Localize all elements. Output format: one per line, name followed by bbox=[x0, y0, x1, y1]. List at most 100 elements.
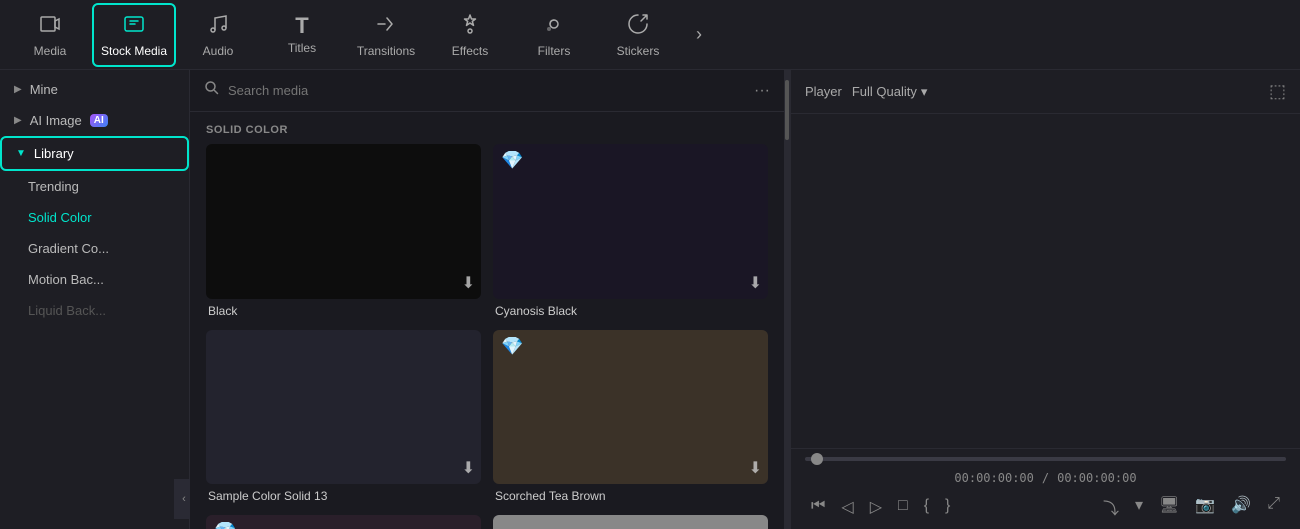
media-thumb-cyanosis-black: 💎 ⬇ bbox=[493, 144, 768, 299]
media-thumb-scorched-tea: 💎 ⬇ bbox=[493, 330, 768, 485]
download-icon-sample-13[interactable]: ⬇ bbox=[462, 458, 475, 478]
sidebar-item-solid-color[interactable]: Solid Color bbox=[0, 202, 189, 233]
timecode-total: 00:00:00:00 bbox=[1057, 471, 1136, 485]
nav-item-stock-media[interactable]: Stock Media bbox=[92, 3, 176, 67]
sidebar-item-motion-bac[interactable]: Motion Bac... bbox=[0, 264, 189, 295]
search-bar: ··· bbox=[190, 70, 784, 112]
solid-color-label: Solid Color bbox=[28, 210, 92, 225]
insert-button[interactable]: ⤵ bbox=[1097, 493, 1125, 521]
collapse-icon: ‹ bbox=[182, 493, 186, 505]
media-thumb-6: ⬇ bbox=[493, 515, 768, 529]
player-header: Player Full Quality ▾ ⬚ bbox=[791, 70, 1300, 114]
nav-item-stickers[interactable]: Stickers bbox=[596, 3, 680, 67]
sidebar: ▶ Mine ▶ AI Image AI ▼ Library Trending … bbox=[0, 70, 190, 529]
media-card-sample-13[interactable]: ⬇ Sample Color Solid 13 bbox=[206, 330, 481, 504]
nav-item-media[interactable]: Media bbox=[8, 3, 92, 67]
media-label-cyanosis: Cyanosis Black bbox=[493, 304, 768, 318]
gradient-label: Gradient Co... bbox=[28, 241, 109, 256]
scrollbar-thumb[interactable] bbox=[785, 80, 789, 140]
nav-item-audio[interactable]: Audio bbox=[176, 3, 260, 67]
nav-more-button[interactable]: › bbox=[684, 24, 714, 45]
nav-item-effects[interactable]: Effects bbox=[428, 3, 512, 67]
player-controls: 00:00:00:00 / 00:00:00:00 ⏮ ◁ ▷ □ { } ⤵ … bbox=[791, 448, 1300, 529]
ctrl-group-left: ⏮ ◁ ▷ □ { } bbox=[805, 495, 956, 519]
section-label: SOLID COLOR bbox=[190, 112, 784, 144]
sidebar-item-trending[interactable]: Trending bbox=[0, 171, 189, 202]
nav-audio-label: Audio bbox=[203, 44, 234, 58]
timecode-row: 00:00:00:00 / 00:00:00:00 bbox=[805, 471, 1286, 485]
ai-image-chevron-icon: ▶ bbox=[14, 115, 22, 126]
stop-button[interactable]: □ bbox=[892, 495, 914, 519]
sidebar-item-mine[interactable]: ▶ Mine bbox=[0, 74, 189, 105]
titles-icon: T bbox=[295, 15, 308, 37]
control-row: ⏮ ◁ ▷ □ { } ⤵ ▾ 🖥 📷 🔊 ⤢ bbox=[805, 493, 1286, 521]
media-card-black[interactable]: ⬇ Black bbox=[206, 144, 481, 318]
player-canvas-wrap bbox=[791, 114, 1300, 448]
motion-bac-label: Motion Bac... bbox=[28, 272, 104, 287]
trending-label: Trending bbox=[28, 179, 79, 194]
heart-icon-cyanosis: 💎 bbox=[501, 150, 523, 171]
media-card-scorched-tea[interactable]: 💎 ⬇ Scorched Tea Brown bbox=[493, 330, 768, 504]
mine-chevron-icon: ▶ bbox=[14, 84, 22, 95]
timecode-separator: / bbox=[1042, 471, 1049, 485]
more-ctrl-button[interactable]: ▾ bbox=[1129, 493, 1149, 521]
quality-select[interactable]: Full Quality ▾ bbox=[852, 84, 928, 100]
filters-icon bbox=[542, 12, 566, 40]
media-thumb-sample-13: ⬇ bbox=[206, 330, 481, 485]
nav-filters-label: Filters bbox=[538, 44, 571, 58]
media-thumb-5: 💎 ⬇ bbox=[206, 515, 481, 529]
progress-knob[interactable] bbox=[811, 453, 823, 465]
fullscreen-button[interactable]: ⤢ bbox=[1261, 493, 1286, 521]
volume-button[interactable]: 🔊 bbox=[1225, 493, 1257, 521]
effects-icon bbox=[458, 12, 482, 40]
sidebar-mine-label: Mine bbox=[30, 82, 58, 97]
nav-transitions-label: Transitions bbox=[357, 44, 415, 58]
mark-in-button[interactable]: { bbox=[918, 495, 935, 519]
sidebar-item-ai-image[interactable]: ▶ AI Image AI bbox=[0, 105, 189, 136]
snapshot-button[interactable]: 📷 bbox=[1189, 493, 1221, 521]
nav-item-transitions[interactable]: Transitions bbox=[344, 3, 428, 67]
search-more-button[interactable]: ··· bbox=[754, 82, 770, 100]
mark-out-button[interactable]: } bbox=[939, 495, 956, 519]
transitions-icon bbox=[374, 12, 398, 40]
media-card-cyanosis-black[interactable]: 💎 ⬇ Cyanosis Black bbox=[493, 144, 768, 318]
ctrl-group-right: ⤵ ▾ 🖥 📷 🔊 ⤢ bbox=[1097, 493, 1286, 521]
quality-chevron-icon: ▾ bbox=[921, 84, 928, 100]
media-label-scorched: Scorched Tea Brown bbox=[493, 489, 768, 503]
library-chevron-icon: ▼ bbox=[16, 148, 26, 159]
nav-item-titles[interactable]: T Titles bbox=[260, 3, 344, 67]
media-card-5[interactable]: 💎 ⬇ bbox=[206, 515, 481, 529]
liquid-back-label: Liquid Back... bbox=[28, 303, 106, 318]
step-back-button[interactable]: ⏮ bbox=[805, 495, 831, 519]
sidebar-item-liquid-back[interactable]: Liquid Back... bbox=[0, 295, 189, 326]
nav-item-filters[interactable]: Filters bbox=[512, 3, 596, 67]
nav-media-label: Media bbox=[34, 44, 67, 58]
sidebar-item-gradient[interactable]: Gradient Co... bbox=[0, 233, 189, 264]
nav-effects-label: Effects bbox=[452, 44, 488, 58]
ai-badge: AI bbox=[90, 114, 108, 127]
media-label-sample-13: Sample Color Solid 13 bbox=[206, 489, 481, 503]
play-button[interactable]: ▷ bbox=[864, 495, 888, 519]
frame-back-button[interactable]: ◁ bbox=[835, 495, 859, 519]
heart-icon-scorched: 💎 bbox=[501, 336, 523, 357]
download-icon-black[interactable]: ⬇ bbox=[462, 273, 475, 293]
player-panel: Player Full Quality ▾ ⬚ 00:00:00:00 / 00… bbox=[790, 70, 1300, 529]
search-icon bbox=[204, 80, 220, 101]
download-icon-cyanosis[interactable]: ⬇ bbox=[749, 273, 762, 293]
main-area: ▶ Mine ▶ AI Image AI ▼ Library Trending … bbox=[0, 70, 1300, 529]
top-nav: Media Stock Media Audio T Titles Transit… bbox=[0, 0, 1300, 70]
sidebar-ai-image-label: AI Image bbox=[30, 113, 82, 128]
monitor-button[interactable]: 🖥 bbox=[1153, 493, 1185, 521]
sidebar-item-library[interactable]: ▼ Library bbox=[0, 136, 189, 171]
content-area: ··· SOLID COLOR ⬇ Black 💎 ⬇ Cyanosis Bla… bbox=[190, 70, 784, 529]
media-grid: ⬇ Black 💎 ⬇ Cyanosis Black ⬇ Sample Colo… bbox=[190, 144, 784, 529]
media-label-black: Black bbox=[206, 304, 481, 318]
timecode-current: 00:00:00:00 bbox=[954, 471, 1033, 485]
progress-bar[interactable] bbox=[805, 457, 1286, 461]
media-card-6[interactable]: ⬇ bbox=[493, 515, 768, 529]
sidebar-library-label: Library bbox=[34, 146, 74, 161]
player-expand-icon[interactable]: ⬚ bbox=[1269, 81, 1286, 102]
search-input[interactable] bbox=[228, 83, 746, 98]
quality-label: Full Quality bbox=[852, 84, 917, 99]
download-icon-scorched[interactable]: ⬇ bbox=[749, 458, 762, 478]
